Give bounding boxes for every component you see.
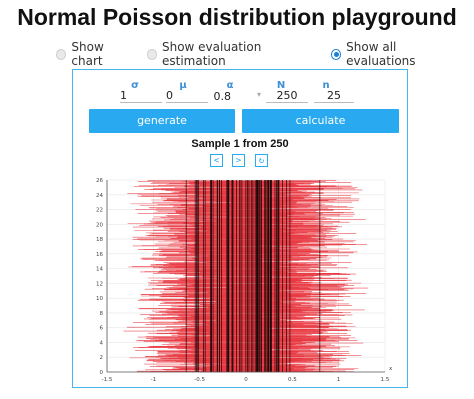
view-options: Show chart Show evaluation estimation Sh… xyxy=(56,40,474,68)
y-tick-label: 12 xyxy=(96,281,103,287)
sample-title: Sample 1 from 250 xyxy=(191,138,289,150)
label-show-all-evaluations: Show all evaluations xyxy=(346,40,416,68)
generate-button[interactable]: generate xyxy=(89,109,235,133)
y-tick-label: 4 xyxy=(100,340,104,346)
y-tick-label: 16 xyxy=(96,252,103,258)
sigma-input[interactable] xyxy=(120,89,162,103)
y-tick-label: 2 xyxy=(100,355,104,361)
n-total-input[interactable] xyxy=(266,89,308,103)
playground-panel: σ μ α N n ▾ generate calculate Sample 1 … xyxy=(72,69,408,388)
option-show-chart[interactable]: Show chart xyxy=(56,40,135,68)
page-title: Normal Poisson distribution playground xyxy=(17,4,457,30)
x-tick-label: -1.5 xyxy=(102,377,113,383)
alpha-stepper-icon[interactable]: ▾ xyxy=(257,90,261,99)
y-tick-label: 18 xyxy=(96,237,103,243)
y-tick-label: 14 xyxy=(96,267,103,273)
x-tick-label: 0 xyxy=(244,377,248,383)
x-tick-label: -0.5 xyxy=(194,377,205,383)
radio-show-chart[interactable] xyxy=(56,48,67,60)
reset-sample-button[interactable]: ↻ xyxy=(255,154,268,167)
y-tick-label: 26 xyxy=(96,178,103,184)
x-tick-label: -1 xyxy=(151,377,156,383)
y-tick-label: 20 xyxy=(96,222,103,228)
prev-sample-button[interactable]: < xyxy=(210,154,223,167)
x-axis-label: x xyxy=(389,366,393,372)
radio-show-evaluation-estimation[interactable] xyxy=(146,48,157,60)
y-tick-label: 10 xyxy=(96,296,103,302)
y-tick-label: 6 xyxy=(100,326,104,332)
alpha-input[interactable] xyxy=(209,89,233,103)
label-show-evaluation-estimation: Show evaluation estimation xyxy=(161,40,262,68)
option-show-all-evaluations[interactable]: Show all evaluations xyxy=(330,40,462,68)
next-sample-button[interactable]: > xyxy=(232,154,245,167)
option-show-evaluation-estimation[interactable]: Show evaluation estimation xyxy=(146,40,319,68)
x-tick-label: 0.5 xyxy=(288,377,297,383)
y-tick-label: 22 xyxy=(96,208,103,214)
label-show-chart: Show chart xyxy=(71,40,104,68)
y-tick-label: 0 xyxy=(100,370,104,376)
x-tick-label: 1.5 xyxy=(381,377,390,383)
calculate-button[interactable]: calculate xyxy=(242,109,399,133)
evaluations-chart: -1.5 -1 -0.5 0 0.5 1 1.50246810121416182022242… xyxy=(96,178,393,383)
n-sample-input[interactable] xyxy=(314,89,354,103)
mu-input[interactable] xyxy=(166,89,208,103)
y-tick-label: 8 xyxy=(100,311,104,317)
x-tick-label: 1 xyxy=(337,377,341,383)
radio-show-all-evaluations[interactable] xyxy=(330,48,342,60)
y-tick-label: 24 xyxy=(96,193,103,199)
